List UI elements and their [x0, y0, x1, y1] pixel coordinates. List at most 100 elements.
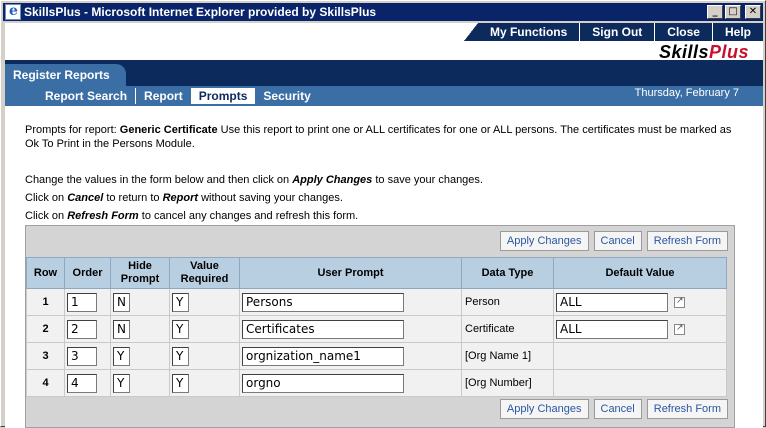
lookup-icon[interactable] — [674, 295, 685, 308]
title-bar: SkillsPlus - Microsoft Internet Explorer… — [3, 3, 763, 21]
instruction-text: to save your changes. — [372, 174, 483, 186]
user-prompt-input[interactable]: orgno — [242, 373, 404, 393]
hide-cell: N — [110, 315, 170, 343]
nav-my-functions[interactable]: My Functions — [477, 23, 580, 41]
hide-prompt-input[interactable]: Y — [113, 373, 130, 393]
instruction-text: Click on — [25, 210, 68, 222]
nav-help[interactable]: Help — [711, 23, 763, 41]
header-hide-prompt: Hide Prompt — [110, 257, 170, 289]
tab-prompts[interactable]: Prompts — [190, 88, 256, 104]
user-prompt-input[interactable]: Persons — [242, 292, 404, 312]
nav-slope — [463, 23, 478, 41]
data-type: Certificate — [461, 315, 554, 343]
instruction-cancel: Click on Cancel to return to Report with… — [25, 189, 483, 207]
nav-sign-out[interactable]: Sign Out — [579, 23, 655, 41]
header-value-required-line2: Required — [180, 273, 229, 285]
hide-prompt-input[interactable]: Y — [113, 346, 130, 366]
prompt-cell: orgnization_name1 — [239, 342, 462, 370]
table-header-row: Row Order Hide Prompt Value Required User … — [26, 257, 727, 289]
default-cell: ALL — [553, 288, 727, 316]
row-number: 4 — [26, 369, 65, 397]
order-input[interactable]: 4 — [67, 373, 97, 393]
header-value-required-line1: Value — [190, 260, 219, 272]
apply-changes-button[interactable]: Apply Changes — [499, 399, 589, 419]
current-date: Thursday, February 7 — [634, 87, 739, 99]
instruction-key: Refresh Form — [67, 210, 139, 222]
value-required-input[interactable]: Y — [172, 319, 189, 339]
instruction-key: Apply Changes — [292, 174, 373, 186]
report-name: Generic Certificate — [119, 124, 218, 136]
cancel-button[interactable]: Cancel — [593, 399, 642, 419]
order-cell: 4 — [64, 369, 111, 397]
close-window-button[interactable]: ✕ — [745, 5, 761, 19]
refresh-form-button[interactable]: Refresh Form — [646, 399, 728, 419]
instruction-key: Cancel — [67, 192, 104, 204]
top-navigation: My Functions Sign Out Close Help — [5, 23, 763, 41]
hide-prompt-input[interactable]: N — [113, 292, 130, 312]
default-value-input[interactable]: ALL — [556, 319, 668, 339]
data-type: [Org Name 1] — [461, 342, 554, 370]
table-row: 4 4 Y Y orgno [Org Number] — [26, 369, 727, 397]
instructions: Change the values in the form below and … — [25, 171, 483, 225]
internet-explorer-icon — [5, 3, 21, 20]
row-number: 1 — [26, 288, 65, 316]
header-hide-prompt-line1: Hide — [128, 260, 152, 272]
cancel-button[interactable]: Cancel — [593, 231, 642, 251]
tab-security[interactable]: Security — [255, 88, 318, 104]
page-content: My Functions Sign Out Close Help SkillsP… — [5, 23, 763, 428]
instruction-text: Click on — [25, 192, 68, 204]
order-cell: 1 — [64, 288, 111, 316]
hide-cell: Y — [110, 369, 170, 397]
apply-changes-button[interactable]: Apply Changes — [499, 231, 589, 251]
order-input[interactable]: 3 — [67, 346, 97, 366]
user-prompt-input[interactable]: Certificates — [242, 319, 404, 339]
instruction-text: to cancel any changes and refresh this f… — [138, 210, 359, 222]
refresh-form-button[interactable]: Refresh Form — [646, 231, 728, 251]
instruction-apply: Change the values in the form below and … — [25, 171, 483, 189]
top-action-buttons: Apply Changes Cancel Refresh Form — [499, 231, 728, 251]
value-required-input[interactable]: Y — [172, 373, 189, 393]
report-description: Prompts for report: Generic Certificate … — [25, 123, 745, 151]
order-input[interactable]: 2 — [67, 319, 97, 339]
default-value-input[interactable]: ALL — [556, 292, 668, 312]
default-cell — [553, 342, 727, 370]
hide-cell: N — [110, 288, 170, 316]
prompt-cell: Persons — [239, 288, 462, 316]
default-cell — [553, 369, 727, 397]
logo-text-skills: Skills — [658, 42, 709, 62]
table-row: 2 2 N Y Certificates Certificate ALL — [26, 315, 727, 343]
user-prompt-input[interactable]: orgnization_name1 — [242, 346, 404, 366]
tab-report-search[interactable]: Report Search — [37, 88, 137, 104]
lookup-icon[interactable] — [674, 322, 685, 335]
value-required-input[interactable]: Y — [172, 292, 189, 312]
value-required-input[interactable]: Y — [172, 346, 189, 366]
data-type: [Org Number] — [461, 369, 554, 397]
prompt-cell: Certificates — [239, 315, 462, 343]
required-cell: Y — [169, 288, 240, 316]
required-cell: Y — [169, 342, 240, 370]
order-input[interactable]: 1 — [67, 292, 97, 312]
bottom-action-buttons: Apply Changes Cancel Refresh Form — [499, 399, 728, 419]
tab-report[interactable]: Report — [136, 88, 191, 104]
instruction-text: to return to — [103, 192, 163, 204]
order-cell: 3 — [64, 342, 111, 370]
browser-window: SkillsPlus - Microsoft Internet Explorer… — [0, 0, 766, 428]
prompts-table: Row Order Hide Prompt Value Required User … — [26, 257, 727, 397]
prompt-cell: orgno — [239, 369, 462, 397]
required-cell: Y — [169, 315, 240, 343]
logo-text-plus: Plus — [708, 42, 749, 62]
header-row: Row — [26, 257, 65, 289]
row-number: 3 — [26, 342, 65, 370]
hide-prompt-input[interactable]: N — [113, 319, 130, 339]
module-tab-register-reports[interactable]: Register Reports — [5, 64, 126, 86]
header-hide-prompt-line2: Prompt — [120, 273, 160, 285]
row-number: 2 — [26, 315, 65, 343]
hide-cell: Y — [110, 342, 170, 370]
top-nav-bar: My Functions Sign Out Close Help — [463, 23, 763, 41]
window-title: SkillsPlus - Microsoft Internet Explorer… — [24, 5, 377, 19]
instruction-refresh: Click on Refresh Form to cancel any chan… — [25, 207, 483, 225]
order-cell: 2 — [64, 315, 111, 343]
minimize-button[interactable]: _ — [707, 5, 723, 19]
nav-close[interactable]: Close — [654, 23, 712, 41]
maximize-button[interactable]: □ — [725, 5, 741, 19]
